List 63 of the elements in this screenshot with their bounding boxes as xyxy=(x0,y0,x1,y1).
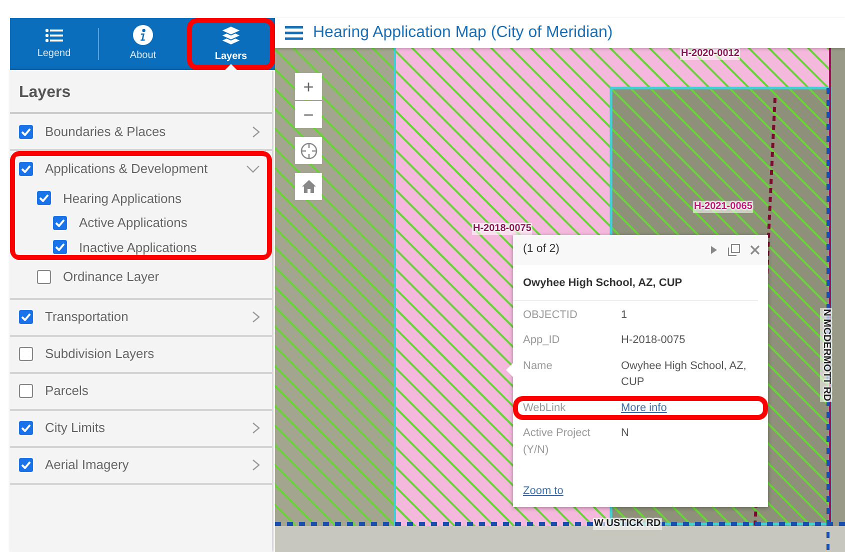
checkbox[interactable] xyxy=(37,191,51,206)
panel-title: Layers xyxy=(10,70,272,114)
more-info-link[interactable]: More info xyxy=(621,402,667,414)
layers-icon xyxy=(220,24,242,46)
road-label: N MCDERMOTT RD xyxy=(820,308,832,402)
list-icon xyxy=(45,28,63,42)
layer-label: Applications & Development xyxy=(45,160,209,178)
crosshair-icon xyxy=(300,142,318,160)
chevron-right-icon[interactable] xyxy=(252,126,260,138)
field-name: Name xyxy=(523,358,554,374)
parcel-label: H-2021-0065 xyxy=(693,201,754,213)
info-icon xyxy=(133,25,153,45)
chevron-down-icon[interactable] xyxy=(246,164,260,172)
layer-label: Aerial Imagery xyxy=(45,456,130,474)
sidebar-tab[interactable]: About xyxy=(99,18,187,70)
field-value: H-2018-0075 xyxy=(621,334,686,346)
checkbox[interactable] xyxy=(37,270,51,284)
parcel-label: H-2020-0012 xyxy=(680,48,740,60)
field-value: 1 xyxy=(621,308,628,320)
checkbox[interactable] xyxy=(19,347,33,361)
checkbox[interactable] xyxy=(19,310,33,324)
field-value: N xyxy=(621,427,629,439)
layer-label: Hearing Applications xyxy=(63,190,183,208)
checkbox[interactable] xyxy=(53,216,67,230)
home-button[interactable] xyxy=(295,173,322,200)
sidebar-tab[interactable]: Legend xyxy=(10,18,98,70)
home-icon xyxy=(300,179,316,194)
field-name: WebLink xyxy=(523,400,567,416)
chevron-right-icon[interactable] xyxy=(252,459,260,471)
popup-title: Owyhee High School, AZ, CUP xyxy=(513,265,758,300)
layer-label: Transportation xyxy=(45,308,130,326)
checkbox[interactable] xyxy=(19,384,33,398)
layer-label: Subdivision Layers xyxy=(45,345,156,364)
field-name: App_ID xyxy=(523,333,561,348)
checkbox[interactable] xyxy=(19,458,33,472)
menu-icon[interactable] xyxy=(285,26,303,40)
field-value: Owyhee High School, AZ, CUP xyxy=(621,360,746,388)
field-name: OBJECTID xyxy=(523,308,578,322)
chevron-right-icon[interactable] xyxy=(252,311,260,323)
zoom-to-link[interactable]: Zoom to xyxy=(513,482,768,507)
layer-label: Parcels xyxy=(45,382,90,400)
locate-button[interactable] xyxy=(295,137,322,164)
zoom-in-button[interactable]: + xyxy=(295,73,322,100)
checkbox[interactable] xyxy=(19,124,33,138)
layer-label: City Limits xyxy=(45,419,106,438)
layer-label: Inactive Applications xyxy=(79,238,198,257)
layer-label: Boundaries & Places xyxy=(45,122,167,141)
zoom-out-button[interactable]: − xyxy=(295,101,322,128)
chevron-right-icon[interactable] xyxy=(252,422,260,434)
field-name: Active Project (Y/N) xyxy=(523,426,592,458)
layer-label: Ordinance Layer xyxy=(63,268,160,286)
sidebar-tab[interactable]: Layers xyxy=(187,18,275,70)
checkbox[interactable] xyxy=(19,162,33,176)
parcel-label: H-2018-0075 xyxy=(472,223,532,235)
popup-pager: (1 of 2) xyxy=(523,242,560,258)
checkbox[interactable] xyxy=(19,421,33,435)
checkbox[interactable] xyxy=(53,240,67,254)
road-label: W USTICK RD xyxy=(593,518,662,530)
next-icon[interactable] xyxy=(710,245,718,255)
map-title: Hearing Application Map (City of Meridian) xyxy=(313,23,613,43)
layer-label: Active Applications xyxy=(79,214,188,232)
close-icon[interactable] xyxy=(750,245,760,255)
maximize-icon[interactable] xyxy=(728,244,740,256)
